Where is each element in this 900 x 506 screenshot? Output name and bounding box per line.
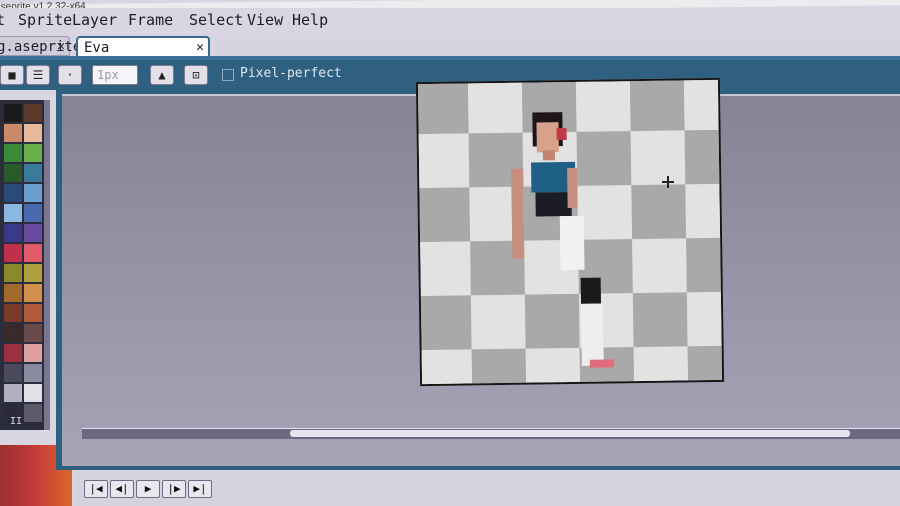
close-icon[interactable]: ✕ <box>57 37 65 57</box>
tab-eva-walking[interactable]: Eva walking.ase ✕ <box>76 36 210 76</box>
menu-help[interactable]: Help <box>292 11 328 29</box>
palette-swatch[interactable] <box>4 244 22 262</box>
palette-swatch[interactable] <box>4 144 22 162</box>
palette-swatch[interactable] <box>24 384 42 402</box>
palette-swatch[interactable] <box>4 204 22 222</box>
palette-pause-label: II <box>10 416 23 427</box>
palette-swatch[interactable] <box>4 264 22 282</box>
palette-swatch[interactable] <box>24 184 42 202</box>
crosshair-cursor-icon <box>662 176 674 188</box>
previous-frame-button[interactable]: ◀| <box>110 480 134 498</box>
palette-swatch[interactable] <box>24 164 42 182</box>
palette-swatch[interactable] <box>24 364 42 382</box>
palette-swatch[interactable] <box>24 124 42 142</box>
menu-view[interactable]: View <box>247 11 283 29</box>
last-frame-button[interactable]: ▶| <box>188 480 212 498</box>
menu-layer[interactable]: Layer <box>72 11 117 29</box>
palette-swatch[interactable] <box>4 224 22 242</box>
line-brush-icon[interactable]: ☰ <box>26 65 50 85</box>
palette-swatch[interactable] <box>24 404 42 422</box>
palette-swatch[interactable] <box>4 384 22 402</box>
pixel-perfect-checkbox[interactable] <box>222 69 234 81</box>
palette-swatch[interactable] <box>24 284 42 302</box>
palette-swatch[interactable] <box>4 324 22 342</box>
palette-swatch[interactable] <box>24 264 42 282</box>
menu-frame[interactable]: Frame <box>128 11 173 29</box>
ink-icon[interactable]: ▲ <box>150 65 174 85</box>
palette-swatch[interactable] <box>4 184 22 202</box>
menu-bar: t Sprite Layer Frame Select View Help <box>0 8 900 36</box>
palette-swatch[interactable] <box>24 244 42 262</box>
palette-swatch[interactable] <box>4 284 22 302</box>
tab-g-aseprite[interactable]: g.aseprite ✕ <box>0 36 81 57</box>
document-tab-bar: g.aseprite ✕ Eva walking.ase ✕ <box>0 34 900 76</box>
sprite-canvas[interactable] <box>415 77 725 387</box>
timeline-panel: |◀ ◀| ▶ |▶ ▶| <box>74 470 900 506</box>
palette-swatch[interactable] <box>24 144 42 162</box>
palette-swatch[interactable] <box>4 124 22 142</box>
palette-swatch[interactable] <box>24 104 42 122</box>
first-frame-button[interactable]: |◀ <box>84 480 108 498</box>
play-button[interactable]: ▶ <box>136 480 160 498</box>
brush-size-input[interactable]: 1px <box>92 65 138 85</box>
tab-label: g.aseprite <box>0 39 82 55</box>
horizontal-scrollbar-thumb[interactable] <box>290 430 850 437</box>
palette-swatch[interactable] <box>4 164 22 182</box>
palette-swatch[interactable] <box>24 204 42 222</box>
close-icon[interactable]: ✕ <box>196 38 204 58</box>
palette-swatch[interactable] <box>4 304 22 322</box>
color-palette <box>0 100 46 430</box>
sprite-figure <box>511 112 614 368</box>
palette-swatch[interactable] <box>4 104 22 122</box>
zoom-icon[interactable]: ⊡ <box>184 65 208 85</box>
square-brush-icon[interactable]: ■ <box>0 65 24 85</box>
menu-sprite[interactable]: Sprite <box>18 11 72 29</box>
palette-swatch[interactable] <box>24 304 42 322</box>
palette-swatch[interactable] <box>4 344 22 362</box>
menu-select[interactable]: Select <box>189 11 243 29</box>
palette-swatch[interactable] <box>4 364 22 382</box>
next-frame-button[interactable]: |▶ <box>162 480 186 498</box>
palette-scrollbar[interactable] <box>44 100 50 430</box>
menu-edit[interactable]: t <box>0 11 5 29</box>
pixel-perfect-label: Pixel-perfect <box>240 66 342 81</box>
palette-swatch[interactable] <box>24 344 42 362</box>
dot-icon[interactable]: · <box>58 65 82 85</box>
palette-swatch[interactable] <box>24 324 42 342</box>
palette-swatch[interactable] <box>24 224 42 242</box>
